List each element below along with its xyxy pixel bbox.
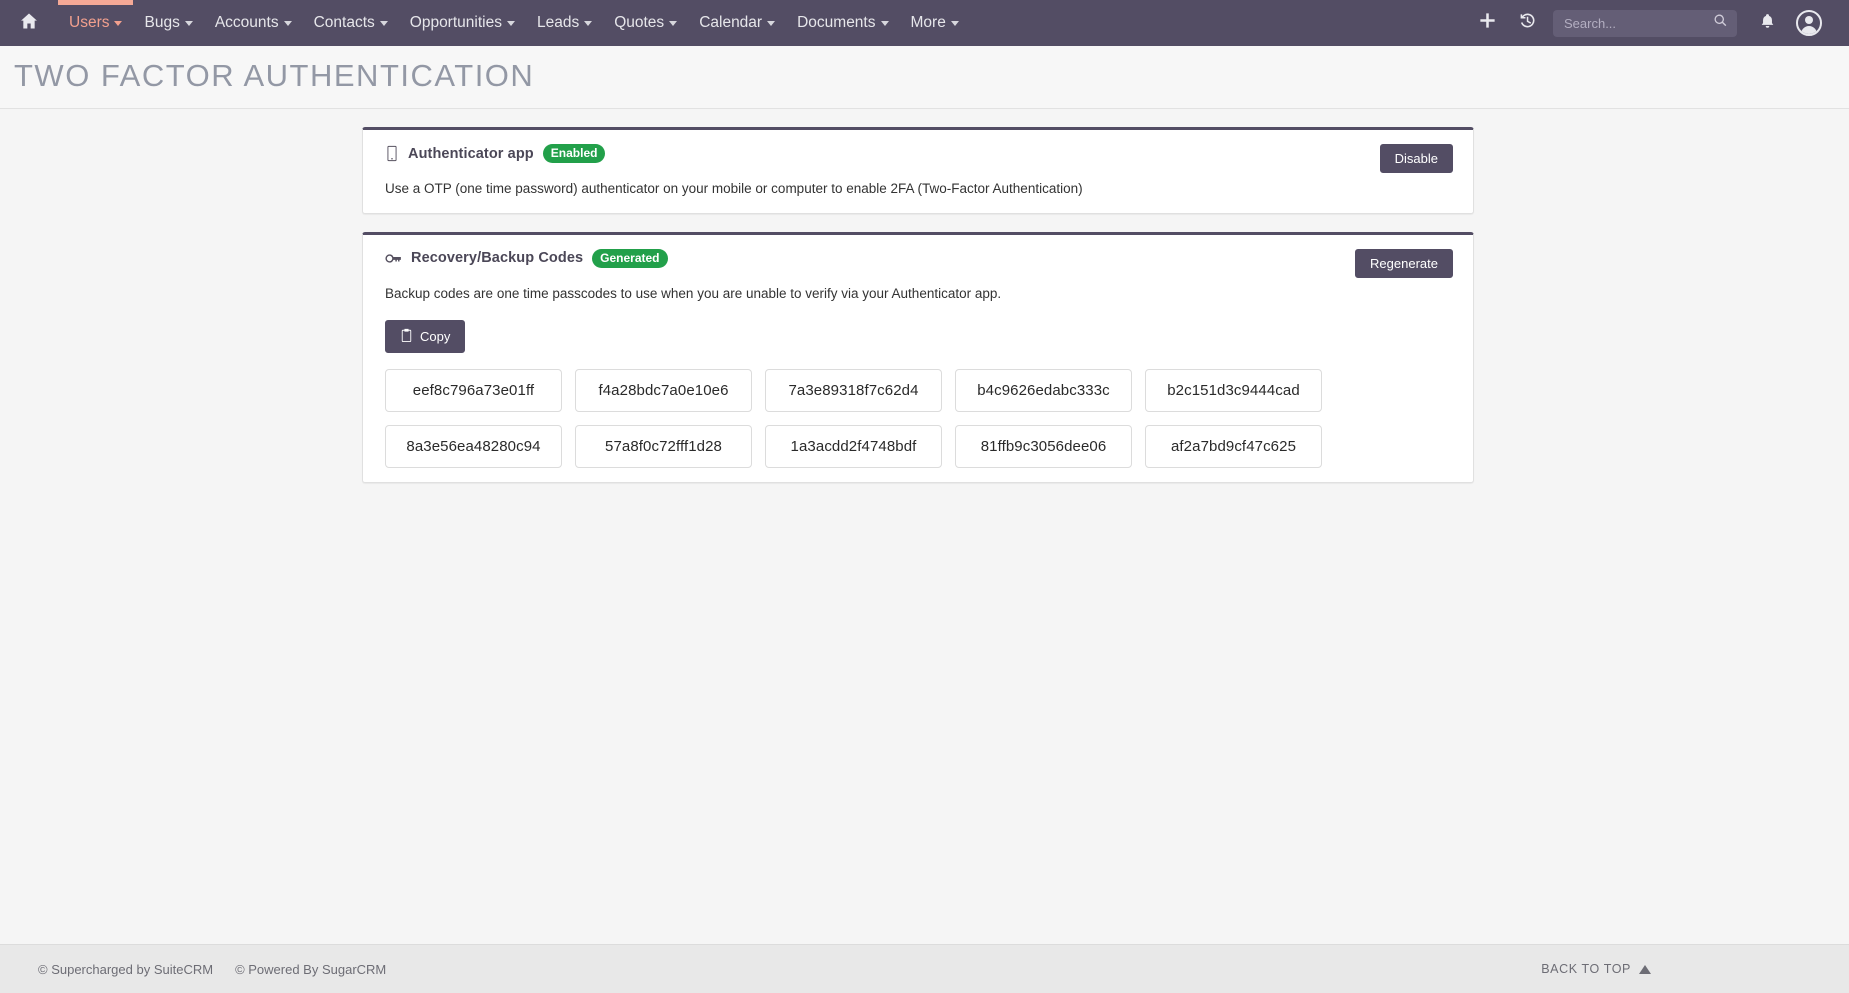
plus-icon (1478, 11, 1497, 35)
nav-item-label: Calendar (699, 14, 762, 32)
authenticator-status-badge: Enabled (543, 144, 606, 163)
nav-item-more[interactable]: More (900, 0, 970, 46)
backup-code-item[interactable]: f4a28bdc7a0e10e6 (575, 369, 752, 412)
nav-item-accounts[interactable]: Accounts (204, 0, 303, 46)
chevron-down-icon (185, 21, 193, 26)
backup-code-item[interactable]: 1a3acdd2f4748bdf (765, 425, 942, 468)
backup-codes-panel-title: Recovery/Backup Codes (411, 250, 583, 266)
arrow-up-icon (1639, 965, 1651, 974)
authenticator-app-panel: Authenticator app Enabled Disable Use a … (362, 127, 1474, 214)
global-search (1553, 10, 1737, 37)
chevron-down-icon (881, 21, 889, 26)
back-to-top-button[interactable]: BACK TO TOP (1541, 962, 1831, 976)
backup-code-item[interactable]: b2c151d3c9444cad (1145, 369, 1322, 412)
regenerate-button[interactable]: Regenerate (1355, 249, 1453, 278)
back-to-top-label: BACK TO TOP (1541, 962, 1631, 976)
chevron-down-icon (507, 21, 515, 26)
backup-code-item[interactable]: 57a8f0c72fff1d28 (575, 425, 752, 468)
chevron-down-icon (284, 21, 292, 26)
main-content: Authenticator app Enabled Disable Use a … (0, 109, 1849, 969)
clipboard-icon (400, 328, 413, 345)
top-navigation-bar: Users Bugs Accounts Contacts Opportunities Le… (0, 0, 1849, 46)
copy-button-label: Copy (420, 330, 450, 343)
home-icon (19, 11, 39, 36)
nav-item-label: More (911, 14, 946, 32)
authenticator-action-area: Disable (1380, 144, 1453, 173)
nav-item-label: Quotes (614, 14, 664, 32)
sugarcrm-credit[interactable]: © Powered By SugarCRM (235, 962, 386, 977)
search-input[interactable] (1553, 10, 1737, 37)
nav-item-users[interactable]: Users (58, 0, 133, 46)
suitecrm-credit[interactable]: © Supercharged by SuiteCRM (38, 962, 213, 977)
clock-history-icon (1518, 11, 1537, 35)
backup-codes-action-area: Regenerate (1355, 249, 1453, 278)
page-title-bar: TWO FACTOR AUTHENTICATION (0, 46, 1849, 109)
key-icon (385, 252, 402, 265)
notifications-button[interactable] (1747, 0, 1787, 46)
chevron-down-icon (380, 21, 388, 26)
backup-code-item[interactable]: b4c9626edabc333c (955, 369, 1132, 412)
nav-item-label: Documents (797, 14, 875, 32)
nav-item-label: Leads (537, 14, 579, 32)
nav-item-calendar[interactable]: Calendar (688, 0, 786, 46)
footer-credits: © Supercharged by SuiteCRM © Powered By … (38, 962, 386, 977)
add-button[interactable] (1467, 0, 1507, 46)
panels-container: Authenticator app Enabled Disable Use a … (362, 127, 1474, 483)
nav-item-quotes[interactable]: Quotes (603, 0, 688, 46)
nav-item-label: Contacts (314, 14, 375, 32)
backup-codes-panel-header: Recovery/Backup Codes Generated (385, 249, 1453, 268)
profile-button[interactable] (1787, 0, 1831, 46)
chevron-down-icon (669, 21, 677, 26)
authenticator-description: Use a OTP (one time password) authentica… (385, 180, 1453, 199)
nav-item-bugs[interactable]: Bugs (133, 0, 203, 46)
backup-codes-status-badge: Generated (592, 249, 667, 268)
nav-item-label: Accounts (215, 14, 279, 32)
nav-menu-group: Users Bugs Accounts Contacts Opportunities Le… (0, 0, 970, 46)
nav-actions-group (1467, 0, 1849, 46)
nav-item-opportunities[interactable]: Opportunities (399, 0, 526, 46)
nav-item-leads[interactable]: Leads (526, 0, 603, 46)
backup-code-item[interactable]: 81ffb9c3056dee06 (955, 425, 1132, 468)
nav-item-contacts[interactable]: Contacts (303, 0, 399, 46)
backup-code-item[interactable]: 8a3e56ea48280c94 (385, 425, 562, 468)
mobile-phone-icon (385, 145, 399, 162)
chevron-down-icon (951, 21, 959, 26)
disable-button[interactable]: Disable (1380, 144, 1453, 173)
copy-button-row: Copy (385, 320, 1453, 353)
backup-code-item[interactable]: eef8c796a73e01ff (385, 369, 562, 412)
home-button[interactable] (0, 0, 58, 46)
nav-item-documents[interactable]: Documents (786, 0, 899, 46)
authenticator-panel-header: Authenticator app Enabled (385, 144, 1453, 163)
backup-codes-description: Backup codes are one time passcodes to u… (385, 285, 1453, 304)
nav-items-container: Users Bugs Accounts Contacts Opportunities Le… (58, 0, 970, 46)
nav-item-label: Bugs (144, 14, 179, 32)
backup-codes-panel: Recovery/Backup Codes Generated Regenera… (362, 232, 1474, 483)
bell-icon (1759, 12, 1776, 35)
nav-item-label: Users (69, 14, 109, 32)
nav-item-label: Opportunities (410, 14, 502, 32)
backup-codes-grid: eef8c796a73e01ff f4a28bdc7a0e10e6 7a3e8931… (385, 369, 1453, 468)
history-button[interactable] (1507, 0, 1547, 46)
chevron-down-icon (767, 21, 775, 26)
backup-code-item[interactable]: af2a7bd9cf47c625 (1145, 425, 1322, 468)
authenticator-panel-title: Authenticator app (408, 146, 534, 162)
chevron-down-icon (114, 21, 122, 26)
backup-code-item[interactable]: 7a3e89318f7c62d4 (765, 369, 942, 412)
chevron-down-icon (584, 21, 592, 26)
page-footer: © Supercharged by SuiteCRM © Powered By … (0, 944, 1849, 993)
copy-button[interactable]: Copy (385, 320, 465, 353)
user-avatar-icon (1796, 10, 1822, 36)
page-title: TWO FACTOR AUTHENTICATION (14, 58, 1849, 94)
